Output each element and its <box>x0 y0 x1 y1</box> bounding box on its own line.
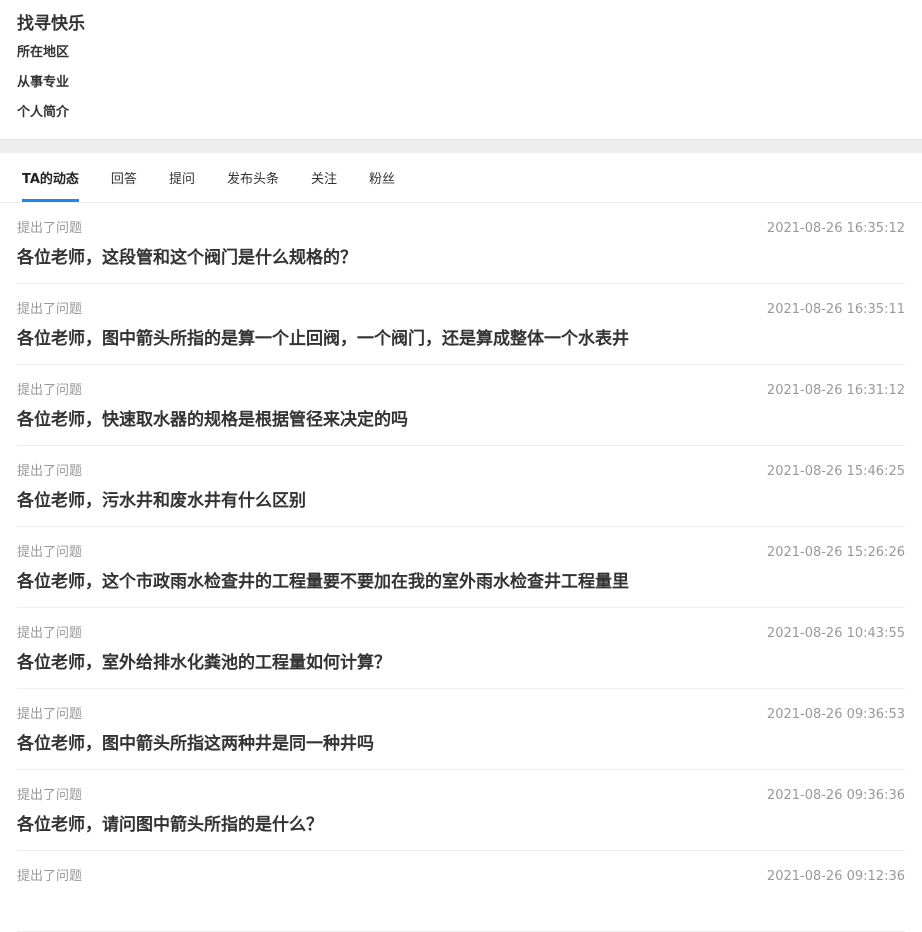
list-item: 提出了问题 2021-08-26 16:35:11 各位老师，图中箭头所指的是算… <box>17 284 905 365</box>
item-meta: 提出了问题 2021-08-26 09:36:36 <box>17 770 905 804</box>
item-action: 提出了问题 <box>17 464 83 479</box>
tab-bar: TA的动态 回答 提问 发布头条 关注 粉丝 <box>0 153 922 203</box>
item-meta: 提出了问题 2021-08-26 15:46:25 <box>17 446 905 480</box>
item-timestamp: 2021-08-26 09:12:36 <box>766 869 905 884</box>
question-title-link[interactable]: 各位老师，快速取水器的规格是根据管径来决定的吗 <box>17 409 905 431</box>
item-meta: 提出了问题 2021-08-26 16:35:11 <box>17 284 905 318</box>
item-timestamp: 2021-08-26 09:36:36 <box>766 788 905 803</box>
region-label: 所在地区 <box>17 45 70 60</box>
item-timestamp: 2021-08-26 16:31:12 <box>766 383 905 398</box>
item-action: 提出了问题 <box>17 545 83 560</box>
profile-header: 找寻快乐 所在地区 从事专业 个人简介 <box>0 0 922 139</box>
bio-label: 个人简介 <box>17 105 70 120</box>
question-title-link[interactable]: 各位老师，图中箭头所指的是算一个止回阀，一个阀门，还是算成整体一个水表井 <box>17 328 905 350</box>
list-item: 提出了问题 2021-08-26 16:31:12 各位老师，快速取水器的规格是… <box>17 365 905 446</box>
item-action: 提出了问题 <box>17 626 83 641</box>
question-title-link[interactable]: 各位老师，图中箭头所指这两种井是同一种井吗 <box>17 733 905 755</box>
tab-followers[interactable]: 粉丝 <box>369 153 395 202</box>
item-action: 提出了问题 <box>17 221 83 236</box>
list-item: 提出了问题 2021-08-26 15:46:25 各位老师，污水井和废水井有什… <box>17 446 905 527</box>
list-item: 提出了问题 2021-08-26 09:36:53 各位老师，图中箭头所指这两种… <box>17 689 905 770</box>
item-meta: 提出了问题 2021-08-26 16:31:12 <box>17 365 905 399</box>
tab-activity[interactable]: TA的动态 <box>22 153 79 202</box>
item-meta: 提出了问题 2021-08-26 09:12:36 <box>17 851 905 885</box>
question-title-link[interactable]: 各位老师，这个市政雨水检查井的工程量要不要加在我的室外雨水检查井工程量里 <box>17 571 905 593</box>
item-timestamp: 2021-08-26 09:36:53 <box>766 707 905 722</box>
tab-answers[interactable]: 回答 <box>111 153 137 202</box>
profession-label: 从事专业 <box>17 75 70 90</box>
list-item: 提出了问题 2021-08-26 09:12:36 <box>17 851 905 932</box>
section-divider <box>0 139 922 153</box>
tab-following[interactable]: 关注 <box>311 153 337 202</box>
item-timestamp: 2021-08-26 15:46:25 <box>766 464 905 479</box>
item-meta: 提出了问题 2021-08-26 16:35:12 <box>17 203 905 237</box>
question-title-link[interactable]: 各位老师，这段管和这个阀门是什么规格的？ <box>17 247 905 269</box>
item-action: 提出了问题 <box>17 869 83 884</box>
tab-questions[interactable]: 提问 <box>169 153 195 202</box>
tab-headlines[interactable]: 发布头条 <box>227 153 279 202</box>
item-action: 提出了问题 <box>17 383 83 398</box>
list-item: 提出了问题 2021-08-26 10:43:55 各位老师，室外给排水化粪池的… <box>17 608 905 689</box>
item-meta: 提出了问题 2021-08-26 10:43:55 <box>17 608 905 642</box>
question-title-link[interactable]: 各位老师，污水井和废水井有什么区别 <box>17 490 905 512</box>
item-timestamp: 2021-08-26 15:26:26 <box>766 545 905 560</box>
item-timestamp: 2021-08-26 16:35:12 <box>766 221 905 236</box>
list-item: 提出了问题 2021-08-26 15:26:26 各位老师，这个市政雨水检查井… <box>17 527 905 608</box>
item-action: 提出了问题 <box>17 707 83 722</box>
item-meta: 提出了问题 2021-08-26 09:36:53 <box>17 689 905 723</box>
item-meta: 提出了问题 2021-08-26 15:26:26 <box>17 527 905 561</box>
item-action: 提出了问题 <box>17 302 83 317</box>
activity-feed: 提出了问题 2021-08-26 16:35:12 各位老师，这段管和这个阀门是… <box>0 203 922 932</box>
item-action: 提出了问题 <box>17 788 83 803</box>
item-timestamp: 2021-08-26 16:35:11 <box>766 302 905 317</box>
question-title-link[interactable]: 各位老师，请问图中箭头所指的是什么？ <box>17 814 905 836</box>
item-timestamp: 2021-08-26 10:43:55 <box>766 626 905 641</box>
list-item: 提出了问题 2021-08-26 16:35:12 各位老师，这段管和这个阀门是… <box>17 203 905 284</box>
question-title-link[interactable]: 各位老师，室外给排水化粪池的工程量如何计算？ <box>17 652 905 674</box>
username: 找寻快乐 <box>17 14 85 34</box>
list-item: 提出了问题 2021-08-26 09:36:36 各位老师，请问图中箭头所指的… <box>17 770 905 851</box>
